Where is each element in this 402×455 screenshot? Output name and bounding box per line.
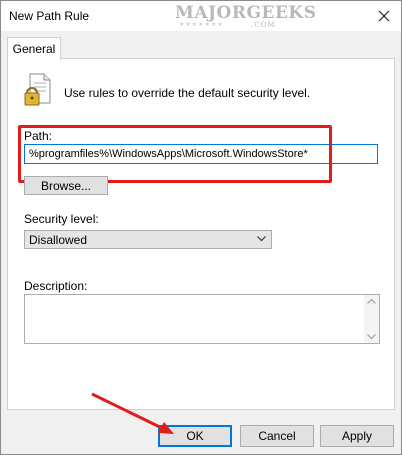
- ok-button-label: OK: [186, 429, 204, 443]
- tab-general-label: General: [12, 42, 56, 56]
- close-icon: [378, 10, 390, 22]
- dialog-window: New Path Rule MAJORGEEKS .COM ★★★★★★★ Ge…: [0, 0, 402, 455]
- title-bar: New Path Rule MAJORGEEKS .COM ★★★★★★★: [1, 1, 401, 31]
- description-label: Description:: [24, 279, 88, 293]
- chevron-down-icon: [257, 236, 266, 242]
- apply-button-label: Apply: [341, 429, 373, 443]
- annotation-highlight-box: [18, 125, 332, 183]
- cancel-button-label: Cancel: [258, 429, 296, 443]
- tab-general[interactable]: General: [7, 37, 61, 60]
- window-title: New Path Rule: [9, 9, 90, 23]
- security-level-value: Disallowed: [29, 232, 88, 247]
- close-button[interactable]: [367, 1, 401, 31]
- ok-button[interactable]: OK: [158, 425, 232, 447]
- browse-button-label: Browse...: [40, 178, 91, 193]
- watermark-stars: ★★★★★★★: [179, 21, 224, 28]
- cancel-button[interactable]: Cancel: [240, 425, 314, 447]
- description-textarea[interactable]: [24, 294, 380, 344]
- scroll-up-icon[interactable]: [367, 298, 376, 304]
- scroll-down-icon[interactable]: [367, 334, 376, 340]
- security-level-select[interactable]: Disallowed: [24, 230, 272, 249]
- apply-button[interactable]: Apply: [320, 425, 394, 447]
- watermark-sub: .COM: [251, 21, 276, 29]
- watermark-brand: MAJORGEEKS: [175, 3, 317, 23]
- general-panel: Use rules to override the default securi…: [7, 58, 395, 410]
- description-scrollbar[interactable]: [364, 295, 379, 343]
- intro-text: Use rules to override the default securi…: [64, 86, 311, 100]
- watermark-logo: MAJORGEEKS .COM ★★★★★★★: [147, 3, 316, 33]
- browse-button[interactable]: Browse...: [24, 176, 108, 195]
- lock-document-icon: [24, 73, 51, 106]
- security-level-label: Security level:: [24, 212, 99, 226]
